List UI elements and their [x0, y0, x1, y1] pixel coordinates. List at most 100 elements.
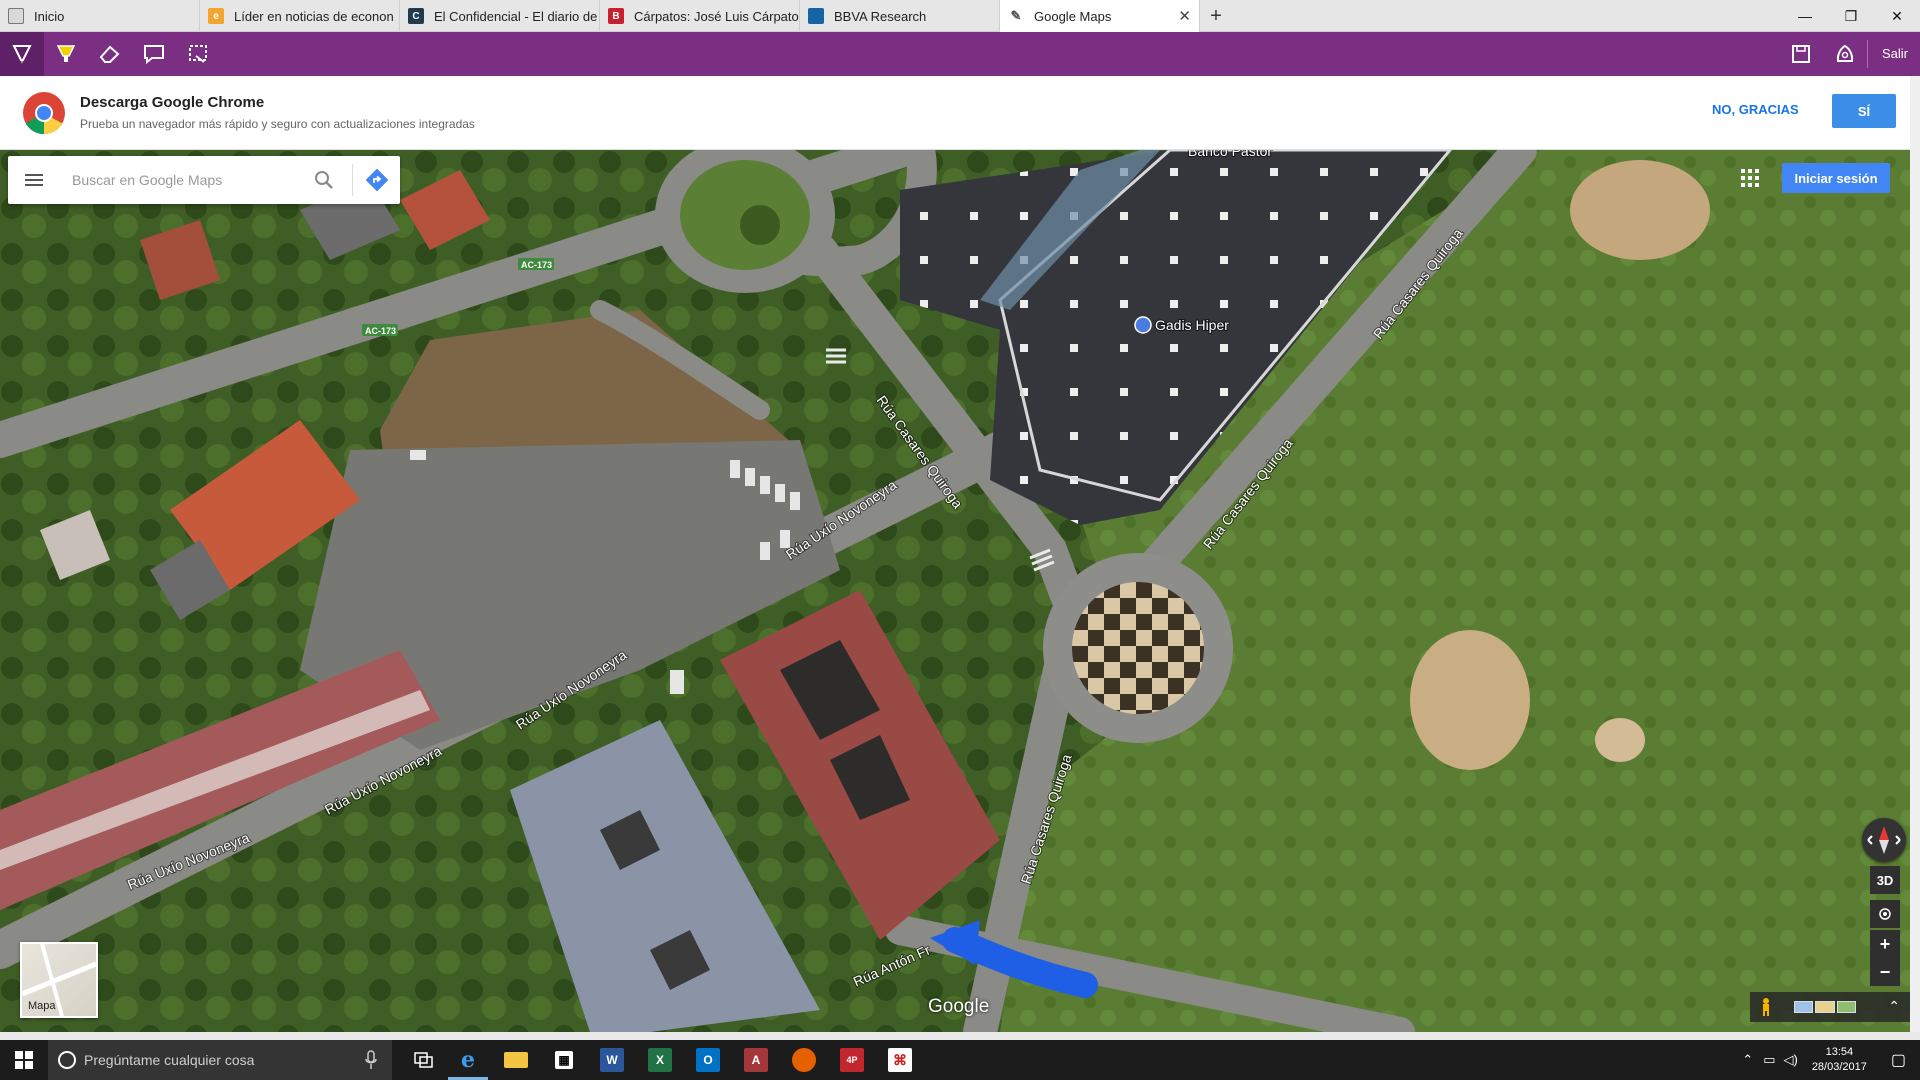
map-canvas[interactable]: AC-173 AC-173 Banco Pastor Gadis Hiper R…	[0, 150, 1910, 1032]
taskbar-access[interactable]: A	[732, 1040, 780, 1080]
chevron-up-icon[interactable]: ⌃	[1736, 1052, 1759, 1068]
clock-time: 13:54	[1825, 1046, 1854, 1058]
sign-in-button[interactable]: Iniciar sesión	[1782, 163, 1890, 193]
comment-tool-button[interactable]	[132, 32, 176, 76]
tab-google-maps[interactable]: ✎ Google Maps ✕	[1000, 0, 1200, 32]
confidencial-favicon: C	[408, 8, 424, 24]
compass-icon	[1867, 826, 1901, 854]
carpatos-favicon: B	[608, 8, 624, 24]
browser-tab-bar: Inicio e Líder en noticias de econon C E…	[0, 0, 1920, 32]
eraser-tool-button[interactable]	[88, 32, 132, 76]
my-location-button[interactable]	[1870, 900, 1900, 928]
clip-icon	[189, 45, 207, 63]
poi-gadis-hiper[interactable]: Gadis Hiper	[1154, 316, 1230, 334]
road-tag-ac173: AC-173	[521, 260, 552, 270]
tab-inicio[interactable]: Inicio	[0, 0, 200, 32]
edge-icon: e	[461, 1047, 475, 1073]
tilt-3d-button[interactable]: 3D	[1870, 866, 1900, 894]
window-controls: — ❐ ✕	[1782, 0, 1920, 32]
no-thanks-button[interactable]: NO, GRACIAS	[1712, 102, 1799, 117]
access-icon: A	[744, 1048, 768, 1072]
cortana-placeholder: Pregúntame cualquier cosa	[84, 1052, 255, 1068]
firefox-icon	[792, 1048, 816, 1072]
highlighter-icon	[56, 45, 76, 62]
vertical-scrollbar[interactable]	[1910, 76, 1920, 1032]
taskbar-excel[interactable]: X	[636, 1040, 684, 1080]
taskbar-app-red[interactable]: 4P	[828, 1040, 876, 1080]
menu-icon[interactable]	[24, 170, 44, 190]
road-tag-ac173: AC-173	[365, 326, 396, 336]
tab-carpatos[interactable]: B Cárpatos: José Luis Cárpato	[600, 0, 800, 32]
close-tab-icon[interactable]: ✕	[1178, 7, 1191, 25]
pen-tool-button[interactable]	[0, 32, 44, 76]
clip-tool-button[interactable]	[176, 32, 220, 76]
expansion-favicon: e	[208, 8, 224, 24]
tab-title: Cárpatos: José Luis Cárpato	[634, 8, 799, 24]
zoom-in-button[interactable]: +	[1870, 930, 1900, 958]
share-icon	[1836, 44, 1854, 62]
volume-icon[interactable]: ◁)	[1779, 1052, 1801, 1068]
tab-title: Google Maps	[1034, 8, 1112, 24]
taskbar-file-explorer[interactable]	[492, 1040, 540, 1080]
restore-button[interactable]: ❐	[1828, 0, 1874, 32]
system-tray: ⌃ ▭ ◁) 13:54 28/03/2017 ▢	[1736, 1040, 1920, 1080]
save-icon	[1791, 45, 1810, 63]
taskbar-word[interactable]: W	[588, 1040, 636, 1080]
tab-el-confidencial[interactable]: C El Confidencial - El diario de	[400, 0, 600, 32]
edit-page-icon: ✎	[1010, 8, 1022, 23]
tab-title: Inicio	[34, 8, 65, 24]
page-icon	[8, 8, 24, 24]
tab-expansion[interactable]: e Líder en noticias de econon	[200, 0, 400, 32]
imagery-thumbnails[interactable]	[1794, 1001, 1856, 1013]
tab-title: Líder en noticias de econon	[234, 8, 394, 24]
windows-logo-icon	[15, 1051, 33, 1069]
microphone-icon[interactable]	[364, 1050, 378, 1070]
compass-control[interactable]	[1862, 818, 1906, 862]
google-logo: Google	[928, 996, 990, 1017]
pegman-icon[interactable]	[1760, 998, 1772, 1016]
comment-icon	[144, 45, 164, 65]
bbva-favicon	[808, 8, 824, 24]
zoom-out-button[interactable]: −	[1870, 958, 1900, 986]
chevron-up-icon[interactable]: ⌃	[1888, 998, 1900, 1015]
chrome-promo-bar: Descarga Google Chrome Prueba un navegad…	[0, 76, 1920, 150]
network-icon[interactable]: ▭	[1759, 1052, 1779, 1068]
taskbar-edge[interactable]: e	[444, 1040, 492, 1080]
outlook-icon: O	[696, 1048, 720, 1072]
exit-button[interactable]: Salir	[1866, 40, 1920, 68]
apps-grid-icon[interactable]	[1740, 168, 1760, 188]
map-bottom-controls: ⌃	[1750, 992, 1910, 1022]
close-window-button[interactable]: ✕	[1874, 0, 1920, 32]
layer-label: Mapa	[28, 1000, 56, 1012]
cortana-search-box[interactable]: Pregúntame cualquier cosa	[48, 1040, 392, 1080]
taskbar-acrobat[interactable]: ⌘	[876, 1040, 924, 1080]
minimize-button[interactable]: —	[1782, 0, 1828, 32]
chrome-logo-icon	[23, 92, 65, 135]
promo-subtitle: Prueba un navegador más rápido y seguro …	[80, 117, 475, 131]
search-input[interactable]	[72, 168, 302, 192]
poi-banco-pastor[interactable]: Banco Pastor	[1187, 150, 1273, 160]
taskbar-outlook[interactable]: O	[684, 1040, 732, 1080]
map-layer-toggle[interactable]: Mapa	[20, 942, 98, 1018]
new-tab-button[interactable]: +	[1200, 0, 1232, 32]
save-note-button[interactable]	[1779, 32, 1823, 76]
shopping-cart-icon[interactable]	[1134, 316, 1152, 334]
task-view-button[interactable]	[400, 1040, 448, 1080]
task-view-icon	[414, 1052, 433, 1068]
eraser-icon	[99, 45, 120, 63]
share-note-button[interactable]	[1823, 32, 1867, 76]
start-button[interactable]	[0, 1040, 48, 1080]
tab-bbva[interactable]: BBVA Research	[800, 0, 1000, 32]
yes-button[interactable]: SÍ	[1832, 94, 1896, 128]
highlighter-tool-button[interactable]	[44, 32, 88, 76]
clock[interactable]: 13:54 28/03/2017	[1802, 1045, 1877, 1075]
location-icon	[1879, 908, 1891, 920]
horizontal-scrollbar[interactable]	[0, 1032, 1920, 1040]
notifications-icon[interactable]: ▢	[1877, 1050, 1920, 1070]
search-icon[interactable]	[312, 168, 336, 192]
folder-icon	[504, 1052, 528, 1068]
taskbar-firefox[interactable]	[780, 1040, 828, 1080]
maps-search-box	[8, 156, 400, 204]
directions-icon[interactable]	[365, 168, 389, 192]
taskbar-store[interactable]: ▦	[540, 1040, 588, 1080]
